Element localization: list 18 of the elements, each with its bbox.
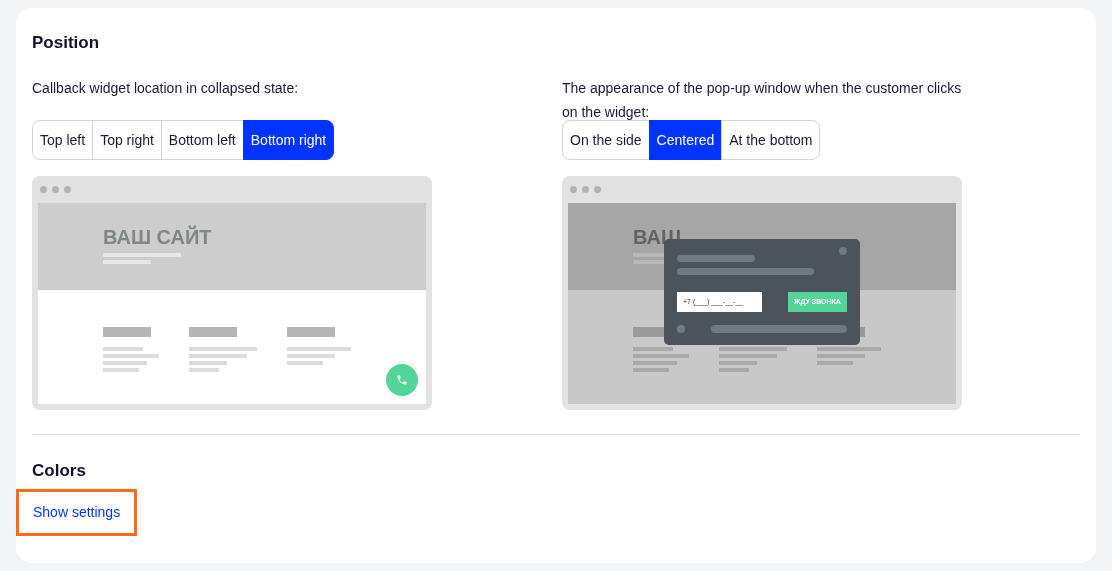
segment-tab[interactable]: Bottom left bbox=[160, 120, 244, 160]
close-icon bbox=[839, 247, 847, 255]
segment-tab[interactable]: At the bottom bbox=[721, 120, 821, 160]
segment-tab[interactable]: Centered bbox=[648, 120, 723, 160]
site-title: ВАШ САЙТ bbox=[103, 227, 213, 247]
checkbox-icon bbox=[677, 325, 685, 333]
content-placeholder bbox=[189, 327, 257, 372]
show-settings-link[interactable]: Show settings bbox=[16, 489, 138, 536]
field-label: The appearance of the pop-up window when the customer clicks on the widget: bbox=[562, 79, 963, 122]
content-placeholder bbox=[103, 327, 159, 372]
section-title: Position bbox=[32, 34, 101, 51]
field-label: Callback widget location in collapsed state: bbox=[32, 79, 300, 98]
segment-tab[interactable]: Top left bbox=[32, 120, 94, 160]
segment-tab[interactable]: On the side bbox=[562, 120, 650, 160]
segment-tab[interactable]: Bottom right bbox=[242, 120, 335, 160]
segment-tab[interactable]: Top right bbox=[92, 120, 162, 160]
section-title: Colors bbox=[32, 462, 87, 479]
phone-widget-icon bbox=[386, 364, 418, 396]
